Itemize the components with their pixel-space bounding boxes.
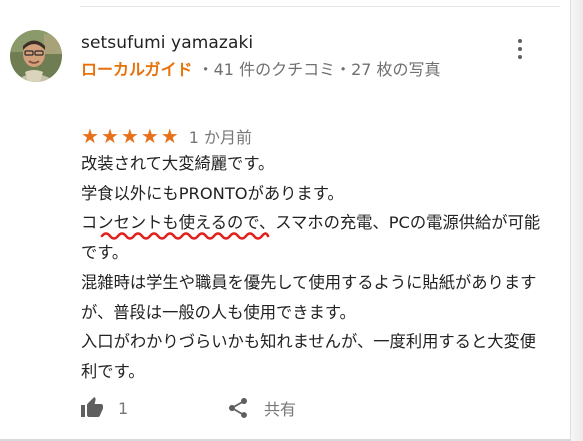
like-count: 1 (118, 398, 129, 418)
scrollbar-track[interactable] (570, 0, 583, 441)
avatar[interactable] (10, 30, 62, 82)
share-label: 共有 (264, 400, 297, 419)
review-line: 混雑時は学生や職員を優先して使用するように貼紙がありますが、普段は一般の人も使用… (81, 272, 537, 322)
reviewer-stats: ・41 件のクチコミ・27 枚の写真 (197, 60, 441, 79)
review-line: 改装されて大変綺麗です。 (81, 154, 275, 173)
thumb-up-icon (81, 397, 103, 417)
review-line: 学食以外にもPRONTOがあります。 (81, 183, 344, 203)
like-button[interactable]: 1 (80, 396, 128, 420)
review-text: 改装されて大変綺麗です。 学食以外にもPRONTOがあります。 コンセントも使え… (81, 149, 551, 387)
reviewer-name[interactable]: setsufumi yamazaki (81, 33, 253, 53)
review-line: 入口がわかりづらいかも知れませんが、一度利用すると大変便利です。 (81, 332, 537, 381)
red-squiggle-annotation (100, 232, 270, 240)
share-button[interactable]: 共有 (226, 396, 296, 420)
more-options-button[interactable] (510, 36, 530, 64)
star-icon: ★ (100, 124, 119, 148)
top-divider (80, 6, 560, 7)
star-icon: ★ (120, 124, 139, 148)
local-guide-badge[interactable]: ローカルガイド (81, 60, 193, 79)
rating-row: ★ ★ ★ ★ ★ 1 か月前 (81, 125, 252, 147)
star-icon: ★ (81, 124, 99, 148)
share-icon (229, 398, 247, 418)
reviewer-meta: ローカルガイド ・41 件のクチコミ・27 枚の写真 (81, 59, 511, 81)
star-rating: ★ ★ ★ ★ ★ (81, 126, 181, 146)
star-icon: ★ (140, 124, 159, 148)
more-vert-icon (510, 39, 530, 59)
avatar-photo (10, 30, 62, 82)
review-time: 1 か月前 (188, 128, 252, 147)
star-icon: ★ (160, 124, 179, 148)
